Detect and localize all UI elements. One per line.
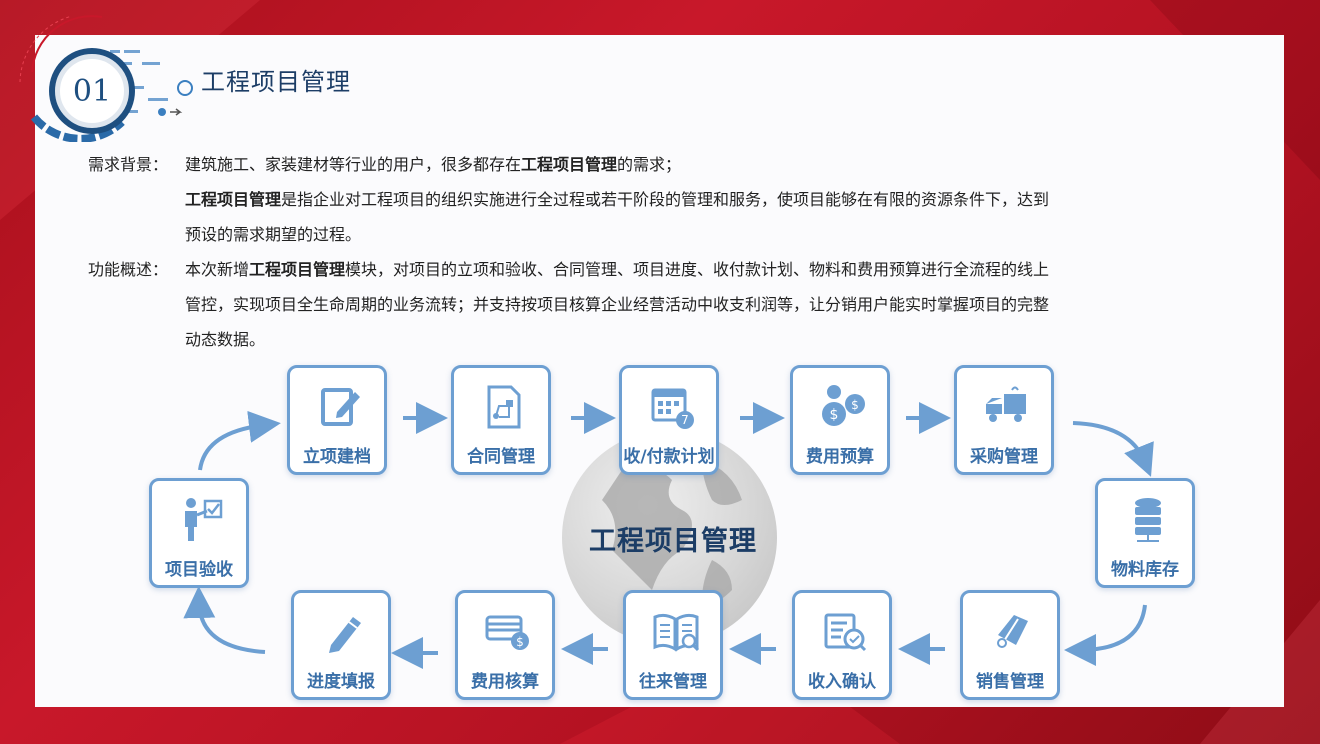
arrow-curve-right-icon [198, 410, 281, 471]
flow-arrows [183, 402, 1154, 669]
arrow-curve-down-icon [1072, 421, 1154, 477]
arrow-curve-left-icon [1064, 604, 1147, 666]
arrow-curve-up-icon [183, 586, 266, 654]
